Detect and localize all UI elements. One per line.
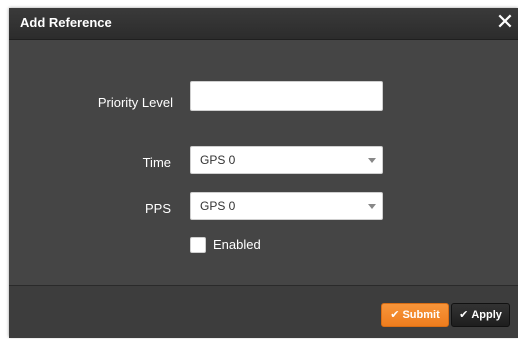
- check-icon: ✔: [459, 309, 469, 321]
- time-label: Time: [142, 155, 171, 170]
- dialog-footer: ✔ Submit ✔ Apply: [9, 285, 518, 338]
- enabled-checkbox[interactable]: [190, 237, 206, 253]
- add-reference-dialog: Add Reference ✕ Priority Level Time GPS …: [9, 8, 518, 338]
- time-select[interactable]: GPS 0: [190, 146, 383, 174]
- priority-level-label: Priority Level: [97, 95, 173, 110]
- pps-label: PPS: [144, 201, 171, 216]
- apply-button-label: Apply: [471, 309, 502, 321]
- dialog-title: Add Reference: [20, 15, 112, 30]
- submit-button[interactable]: ✔ Submit: [381, 303, 449, 327]
- pps-select[interactable]: GPS 0: [190, 192, 383, 220]
- pps-select-value: GPS 0: [200, 199, 236, 213]
- chevron-down-icon: [368, 204, 376, 209]
- check-icon: ✔: [390, 309, 400, 321]
- submit-button-label: Submit: [402, 309, 440, 321]
- enabled-label: Enabled: [213, 237, 261, 252]
- close-icon[interactable]: ✕: [494, 9, 516, 35]
- time-select-value: GPS 0: [200, 153, 236, 167]
- dialog-body: Priority Level Time GPS 0 PPS GPS 0 Enab…: [9, 40, 518, 285]
- chevron-down-icon: [368, 158, 376, 163]
- apply-button[interactable]: ✔ Apply: [451, 303, 510, 327]
- priority-level-input[interactable]: [190, 81, 383, 111]
- dialog-header: Add Reference ✕: [9, 8, 518, 40]
